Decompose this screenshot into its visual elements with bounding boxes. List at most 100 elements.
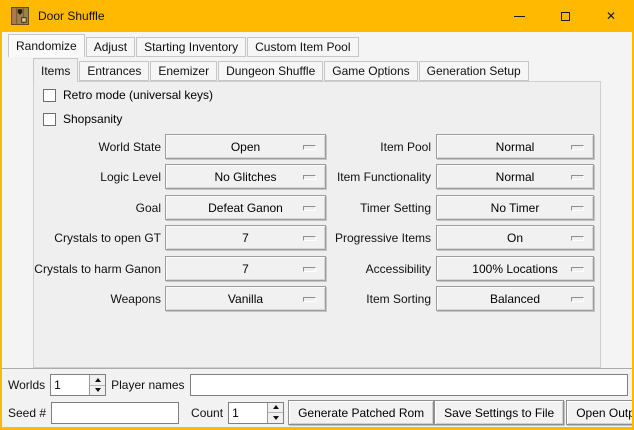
dropdown-value: Defeat Ganon xyxy=(208,201,283,215)
timer-setting-label: Timer Setting xyxy=(304,195,431,220)
logic-level-dropdown[interactable]: No Glitches xyxy=(165,164,326,189)
dropdown-value: On xyxy=(507,231,523,245)
tab-enemizer[interactable]: Enemizer xyxy=(150,61,217,81)
close-button[interactable]: ✕ xyxy=(588,0,634,32)
item-sorting-label: Item Sorting xyxy=(304,286,431,311)
arrow-down-icon xyxy=(95,388,101,392)
dropdown-indicator-icon xyxy=(571,145,584,150)
dropdown-indicator-icon xyxy=(571,297,584,302)
item-pool-dropdown[interactable]: Normal xyxy=(436,134,594,159)
dropdown-indicator-icon xyxy=(571,236,584,241)
checkbox-label: Retro mode (universal keys) xyxy=(63,88,213,102)
seed-label: Seed # xyxy=(8,406,46,420)
bottom-bar: Worlds Player names Seed # Count xyxy=(2,369,632,427)
dropdown-indicator-icon xyxy=(571,206,584,211)
worlds-down-button[interactable] xyxy=(90,385,105,396)
accessibility-dropdown[interactable]: 100% Locations xyxy=(436,256,594,281)
tab-dungeon-shuffle[interactable]: Dungeon Shuffle xyxy=(218,61,323,81)
arrow-down-icon xyxy=(273,416,279,420)
crystals-harm-ganon-dropdown[interactable]: 7 xyxy=(165,256,326,281)
seed-input[interactable] xyxy=(51,402,179,424)
tab-label: Game Options xyxy=(332,64,409,78)
world-state-label: World State xyxy=(36,134,161,159)
count-down-button[interactable] xyxy=(268,412,283,423)
maximize-icon xyxy=(561,12,570,21)
progressive-items-label: Progressive Items xyxy=(304,225,431,250)
items-pane: Retro mode (universal keys) Shopsanity W… xyxy=(33,81,601,368)
count-up-button[interactable] xyxy=(268,403,283,413)
tab-label: Entrances xyxy=(87,64,141,78)
minimize-button[interactable] xyxy=(496,0,542,32)
player-names-input[interactable] xyxy=(190,374,629,396)
crystals-harm-ganon-label: Crystals to harm Ganon xyxy=(36,256,161,281)
dropdown-value: No Glitches xyxy=(214,170,276,184)
worlds-stepper[interactable] xyxy=(50,374,106,396)
close-icon: ✕ xyxy=(606,10,616,22)
tab-adjust[interactable]: Adjust xyxy=(86,37,135,57)
dropdown-value: 7 xyxy=(242,262,249,276)
timer-setting-dropdown[interactable]: No Timer xyxy=(436,195,594,220)
tab-custom-item-pool[interactable]: Custom Item Pool xyxy=(247,37,358,57)
worlds-input[interactable] xyxy=(51,375,89,395)
arrow-up-icon xyxy=(95,378,101,382)
dropdown-value: Balanced xyxy=(490,292,540,306)
worlds-label: Worlds xyxy=(8,378,45,392)
tab-label: Enemizer xyxy=(158,64,209,78)
worlds-up-button[interactable] xyxy=(90,375,105,385)
sub-tab-bar: Items Entrances Enemizer Dungeon Shuffle… xyxy=(33,58,530,81)
item-functionality-label: Item Functionality xyxy=(304,164,431,189)
title-bar: Door Shuffle ✕ xyxy=(0,0,634,32)
checkbox-icon[interactable] xyxy=(43,89,56,102)
open-output-directory-button[interactable]: Open Output Directory xyxy=(566,400,634,425)
goal-dropdown[interactable]: Defeat Ganon xyxy=(165,195,326,220)
weapons-label: Weapons xyxy=(36,286,161,311)
logic-level-label: Logic Level xyxy=(36,164,161,189)
window-border-left xyxy=(0,32,2,430)
save-settings-button[interactable]: Save Settings to File xyxy=(434,400,564,425)
dropdown-value: Normal xyxy=(496,140,535,154)
weapons-dropdown[interactable]: Vanilla xyxy=(165,286,326,311)
tab-entrances[interactable]: Entrances xyxy=(79,61,149,81)
shopsanity-checkbox[interactable]: Shopsanity xyxy=(43,112,122,126)
dropdown-indicator-icon xyxy=(571,267,584,272)
main-tab-bar: Randomize Adjust Starting Inventory Cust… xyxy=(8,34,360,57)
tab-label: Adjust xyxy=(94,40,127,54)
tab-game-options[interactable]: Game Options xyxy=(324,61,417,81)
dropdown-value: Normal xyxy=(496,170,535,184)
item-sorting-dropdown[interactable]: Balanced xyxy=(436,286,594,311)
item-functionality-dropdown[interactable]: Normal xyxy=(436,164,594,189)
tab-label: Dungeon Shuffle xyxy=(226,64,315,78)
tab-label: Randomize xyxy=(16,39,77,53)
goal-label: Goal xyxy=(36,195,161,220)
tab-label: Custom Item Pool xyxy=(255,40,350,54)
dropdown-value: Vanilla xyxy=(228,292,263,306)
accessibility-label: Accessibility xyxy=(304,256,431,281)
crystals-open-gt-label: Crystals to open GT xyxy=(36,225,161,250)
tab-label: Items xyxy=(41,64,70,78)
door-shuffle-window: Door Shuffle ✕ Randomize Adjust Starting… xyxy=(0,0,634,430)
tab-items[interactable]: Items xyxy=(33,58,78,82)
minimize-icon xyxy=(514,16,525,17)
dropdown-value: Open xyxy=(231,140,260,154)
dropdown-value: 7 xyxy=(242,231,249,245)
checkbox-label: Shopsanity xyxy=(63,112,122,126)
checkbox-icon[interactable] xyxy=(43,113,56,126)
tab-label: Generation Setup xyxy=(427,64,521,78)
tab-starting-inventory[interactable]: Starting Inventory xyxy=(136,37,246,57)
arrow-up-icon xyxy=(273,405,279,409)
tab-generation-setup[interactable]: Generation Setup xyxy=(419,61,529,81)
generate-patched-rom-button[interactable]: Generate Patched Rom xyxy=(288,400,434,425)
door-icon xyxy=(11,7,29,25)
crystals-open-gt-dropdown[interactable]: 7 xyxy=(165,225,326,250)
retro-mode-checkbox[interactable]: Retro mode (universal keys) xyxy=(43,88,213,102)
count-stepper[interactable] xyxy=(228,402,284,424)
tab-randomize[interactable]: Randomize xyxy=(8,34,85,57)
item-pool-label: Item Pool xyxy=(304,134,431,159)
dropdown-indicator-icon xyxy=(571,175,584,180)
world-state-dropdown[interactable]: Open xyxy=(165,134,326,159)
count-input[interactable] xyxy=(229,403,267,423)
progressive-items-dropdown[interactable]: On xyxy=(436,225,594,250)
tab-label: Starting Inventory xyxy=(144,40,238,54)
count-label: Count xyxy=(191,406,223,420)
maximize-button[interactable] xyxy=(542,0,588,32)
